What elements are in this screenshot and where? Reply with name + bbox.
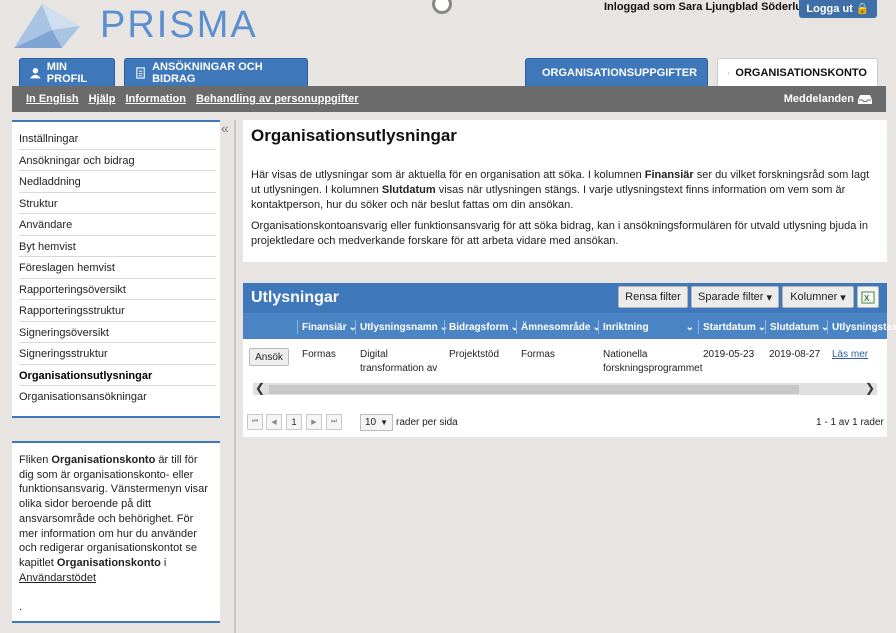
user-icon <box>30 67 41 78</box>
brand-name: PRISMA <box>100 4 258 46</box>
prev-page-icon[interactable]: ◀ <box>266 414 282 430</box>
sidebar-item-installningar[interactable]: Inställningar <box>19 128 216 150</box>
sidebar-item-signeringsoversikt[interactable]: Signeringsöversikt <box>19 322 216 343</box>
scroll-right-icon[interactable]: ❯ <box>865 381 875 395</box>
page-intro: Organisationsutlysningar Här visas de ut… <box>243 120 887 262</box>
excel-icon: X <box>861 291 875 303</box>
sidebar-item-nedladdning[interactable]: Nedladdning <box>19 171 216 193</box>
document-icon <box>136 66 145 79</box>
read-more-link[interactable]: Läs mer <box>832 348 868 362</box>
page-title: Organisationsutlysningar <box>251 126 457 145</box>
tab-min-profil[interactable]: MIN PROFIL <box>19 58 115 86</box>
info-bold: Organisationskonto <box>51 454 156 466</box>
grid-title: Utlysningar <box>251 289 340 306</box>
cell-name: Digital transformation av <box>360 349 438 374</box>
svg-text:X: X <box>864 294 870 303</box>
link-information[interactable]: Information <box>125 93 186 105</box>
apply-button[interactable]: Ansök <box>249 348 289 366</box>
sidebar-item-anvandare[interactable]: Användare <box>19 214 216 236</box>
sidebar-item-byt-hemvist[interactable]: Byt hemvist <box>19 236 216 257</box>
col-utlysningstext[interactable]: Utlysningstext <box>827 320 896 334</box>
tab-label: MIN PROFIL <box>46 60 88 85</box>
per-page-label: rader per sida <box>396 417 458 428</box>
grid-column-headers: Finansiär ⌄ Utlysningsnamn ⌄ Bidragsform ⌄ … <box>243 313 896 339</box>
grid-toolbar: Utlysningar Rensa filter Sparade filter ▾… <box>243 283 887 313</box>
messages-link[interactable]: Meddelanden <box>784 93 872 105</box>
pager: ⏮ ◀ 1 ▶ ⏭ 10 ▼ rader per sida 1 - 1 av 1 … <box>243 414 887 434</box>
col-inriktning[interactable]: Inriktning ⌄ <box>598 320 694 334</box>
link-hjalp[interactable]: Hjälp <box>89 93 116 105</box>
info-text: i <box>160 556 167 569</box>
info-text: är till för dig som är organisationskont… <box>19 454 208 569</box>
tab-organisationsuppgifter[interactable]: ORGANISATIONSUPPGIFTER <box>525 58 708 86</box>
saved-filters-button[interactable]: Sparade filter ▾ <box>691 286 779 308</box>
col-startdatum[interactable]: Startdatum ⌄ <box>698 320 766 334</box>
help-infobox: Fliken Organisationskonto är till för di… <box>12 441 220 623</box>
sidebar-item-organisationsutlysningar[interactable]: Organisationsutlysningar <box>19 365 216 386</box>
next-page-icon[interactable]: ▶ <box>306 414 322 430</box>
intro-paragraph-1: Här visas de utlysningar som är aktuella… <box>251 169 870 211</box>
tab-label: ORGANISATIONSUPPGIFTER <box>542 66 698 79</box>
last-page-icon[interactable]: ⏭ <box>326 414 342 430</box>
cell-financier: Formas <box>302 349 336 360</box>
page-size-select[interactable]: 10 ▼ <box>360 414 393 431</box>
caret-down-icon: ▾ <box>840 291 846 304</box>
chevron-down-icon: ⌄ <box>685 321 694 333</box>
first-page-icon[interactable]: ⏮ <box>247 414 263 430</box>
tab-ansokningar[interactable]: ANSÖKNINGAR OCH BIDRAG <box>124 58 308 86</box>
sidebar-item-struktur[interactable]: Struktur <box>19 193 216 214</box>
info-text: Fliken <box>19 454 52 466</box>
cell-start-date: 2019-05-23 <box>703 349 755 360</box>
scroll-thumb[interactable] <box>269 385 799 394</box>
collapse-menu-icon[interactable]: « <box>221 120 229 136</box>
col-finansiar[interactable]: Finansiär ⌄ <box>297 320 357 334</box>
col-slutdatum[interactable]: Slutdatum ⌄ <box>765 320 829 334</box>
current-page[interactable]: 1 <box>286 414 302 430</box>
sidebar-item-foreslagen-hemvist[interactable]: Föreslagen hemvist <box>19 257 216 279</box>
user-support-link[interactable]: Användarstödet <box>19 572 96 584</box>
tab-organisationskonto[interactable]: ORGANISATIONSKONTO <box>717 58 878 87</box>
logout-label: Logga ut <box>806 3 853 15</box>
caret-down-icon: ▼ <box>380 418 389 427</box>
horizontal-scrollbar[interactable]: ❮ ❯ <box>253 381 877 395</box>
sidebar-item-rapporteringsstruktur[interactable]: Rapporteringsstruktur <box>19 300 216 322</box>
cell-subject: Formas <box>521 349 555 360</box>
columns-button[interactable]: Kolumner ▾ <box>782 286 854 308</box>
col-bidragsform[interactable]: Bidragsform ⌄ <box>444 320 519 334</box>
divider <box>234 120 236 633</box>
tab-label: ORGANISATIONSKONTO <box>735 67 867 79</box>
col-amnesomrade[interactable]: Ämnesområde ⌄ <box>516 320 601 334</box>
pager-summary: 1 - 1 av 1 rader <box>816 417 884 428</box>
left-menu: Inställningar Ansökningar och bidrag Ned… <box>12 120 220 418</box>
calls-grid: Utlysningar Rensa filter Sparade filter ▾… <box>243 283 896 437</box>
col-utlysningsnamn[interactable]: Utlysningsnamn ⌄ <box>355 320 448 334</box>
info-text: . <box>19 601 23 614</box>
link-in-english[interactable]: In English <box>26 93 79 105</box>
logged-in-user: Inloggad som Sara Ljungblad Söderlund <box>604 1 816 13</box>
loading-indicator <box>432 0 452 14</box>
intro-paragraph-2: Organisationskontoansvarig eller funktio… <box>251 220 868 248</box>
scroll-left-icon[interactable]: ❮ <box>255 381 265 395</box>
sidebar-item-organisationsansokningar[interactable]: Organisationsansökningar <box>19 386 216 408</box>
org-chart-icon <box>728 72 730 74</box>
sidebar-item-signeringsstruktur[interactable]: Signeringsstruktur <box>19 343 216 365</box>
logout-button[interactable]: Logga ut 🔒 <box>799 0 877 18</box>
sidebar-item-rapporteringsoversikt[interactable]: Rapporteringsöversikt <box>19 279 216 300</box>
link-personuppgifter[interactable]: Behandling av personuppgifter <box>196 93 359 105</box>
cell-form: Projektstöd <box>449 349 500 360</box>
info-bold: Organisationskonto <box>56 556 161 569</box>
sub-navigation: In English Hjälp Information Behandling … <box>12 86 886 112</box>
tab-label: ANSÖKNINGAR OCH BIDRAG <box>152 60 263 85</box>
excel-export-button[interactable]: X <box>857 286 879 308</box>
lock-icon: 🔒 <box>855 3 870 15</box>
cell-end-date: 2019-08-27 <box>769 349 821 360</box>
table-row: Ansök Formas Digital transformation av Pr… <box>243 339 887 381</box>
clear-filter-button[interactable]: Rensa filter <box>618 286 688 308</box>
cell-direction: Nationella forskningsprogrammet <box>603 349 703 374</box>
caret-down-icon: ▾ <box>766 291 772 304</box>
messages-label: Meddelanden <box>783 93 854 105</box>
inbox-icon <box>858 94 872 104</box>
sidebar-item-ansokningar[interactable]: Ansökningar och bidrag <box>19 150 216 171</box>
